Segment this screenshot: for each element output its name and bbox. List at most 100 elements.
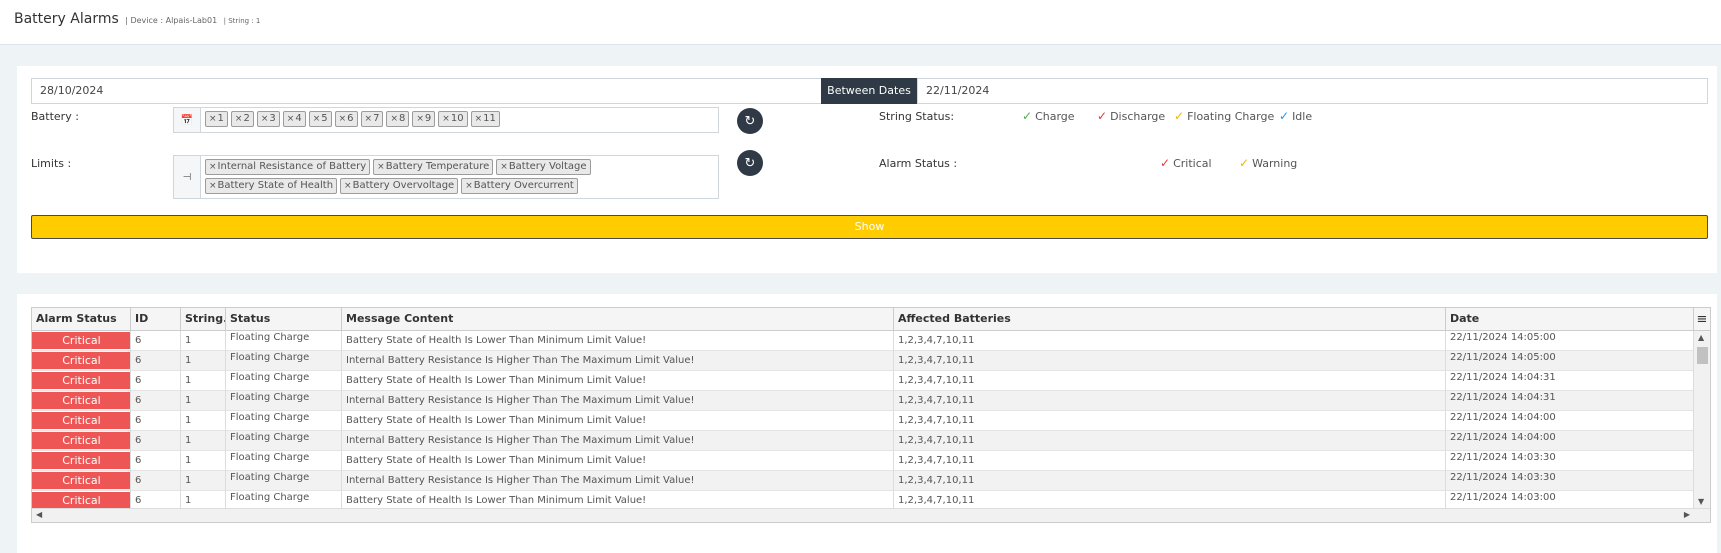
selected-tag[interactable]: ×Internal Resistance of Battery (205, 159, 371, 175)
selected-tag[interactable]: ×Battery Overcurrent (461, 178, 578, 194)
table-row[interactable]: Critical 6 1 Floating Charge Battery State o… (32, 331, 1694, 351)
status-checkbox[interactable]: ✓ Critical (1160, 156, 1212, 170)
column-header[interactable]: Message Content (342, 308, 894, 330)
selected-tag[interactable]: ×9 (412, 111, 436, 127)
table-row[interactable]: Critical 6 1 Floating Charge Battery State o… (32, 371, 1694, 391)
selected-tag[interactable]: ×2 (230, 111, 254, 127)
tag-label: 2 (243, 113, 250, 124)
cell-text: 1 (185, 415, 192, 426)
horizontal-scrollbar[interactable]: ◀ ▶ (32, 508, 1710, 522)
limits-label: Limits : (31, 157, 72, 170)
battery-multiselect[interactable]: ×1 ×2 ×3 ×4 ×5 ×6 ×7 ×8 ×9 ×10 ×11 (200, 107, 719, 133)
cell-affected: 1,2,3,4,7,10,11 (894, 331, 1446, 351)
scroll-thumb[interactable] (1697, 347, 1708, 364)
status-checkbox[interactable]: ✓ Discharge (1097, 109, 1165, 123)
selected-tag[interactable]: ×10 (438, 111, 468, 127)
cell-message: Internal Battery Resistance Is Higher Th… (342, 471, 894, 491)
status-checkbox[interactable]: ✓ Charge (1022, 109, 1075, 123)
cell-text: 1,2,3,4,7,10,11 (898, 455, 975, 466)
alarm-status-label: Alarm Status : (879, 157, 958, 170)
column-header[interactable]: ID (131, 308, 181, 330)
remove-tag-icon[interactable]: × (209, 162, 217, 172)
selected-tag[interactable]: ×11 (470, 111, 500, 127)
tag-label: Internal Resistance of Battery (217, 161, 367, 172)
date-range: 28/10/2024 Between Dates 22/11/2024 (31, 78, 1708, 104)
scroll-down-icon[interactable]: ▼ (1698, 497, 1704, 506)
cell-text: 22/11/2024 14:03:30 (1450, 472, 1556, 483)
remove-tag-icon[interactable]: × (416, 114, 424, 124)
cell-text: Floating Charge (230, 452, 310, 463)
remove-tag-icon[interactable]: × (365, 114, 373, 124)
status-checkbox[interactable]: ✓ Floating Charge (1174, 109, 1274, 123)
tag-label: Battery State of Health (217, 180, 334, 191)
cell-text: 1 (185, 335, 192, 346)
column-header[interactable]: Date (1446, 308, 1694, 330)
selected-tag[interactable]: ×Battery Temperature (373, 159, 494, 175)
selected-tag[interactable]: ×5 (308, 111, 332, 127)
vertical-scrollbar[interactable]: ▲ ▼ (1694, 331, 1710, 508)
column-header[interactable]: Affected Batteries (894, 308, 1446, 330)
selected-tag[interactable]: ×Battery Overvoltage (340, 178, 459, 194)
column-header[interactable]: String... (181, 308, 226, 330)
remove-tag-icon[interactable]: × (313, 114, 321, 124)
status-checkbox[interactable]: ✓ Warning (1239, 156, 1297, 170)
remove-tag-icon[interactable]: × (344, 181, 352, 191)
remove-tag-icon[interactable]: × (261, 114, 269, 124)
table-row[interactable]: Critical 6 1 Floating Charge Battery State o… (32, 411, 1694, 431)
column-header[interactable]: Alarm Status (32, 308, 131, 330)
scroll-left-icon[interactable]: ◀ (36, 510, 42, 519)
date-to-input[interactable]: 22/11/2024 (917, 78, 1708, 104)
selected-tag[interactable]: ×4 (282, 111, 306, 127)
device-label: | Device : Alpais-Lab01 (125, 16, 218, 25)
remove-tag-icon[interactable]: × (287, 114, 295, 124)
cell-message: Battery State of Health Is Lower Than Mi… (342, 451, 894, 471)
limits-multiselect[interactable]: ×Internal Resistance of Battery ×Battery … (200, 155, 719, 199)
selected-tag[interactable]: ×8 (386, 111, 410, 127)
battery-label: Battery : (31, 110, 79, 123)
remove-tag-icon[interactable]: × (377, 162, 385, 172)
cell-alarm: Critical (32, 391, 131, 411)
scroll-right-icon[interactable]: ▶ (1684, 510, 1690, 519)
selected-tag[interactable]: ×7 (360, 111, 384, 127)
remove-tag-icon[interactable]: × (475, 114, 483, 124)
cell-status: Floating Charge (226, 411, 342, 431)
remove-tag-icon[interactable]: × (442, 114, 450, 124)
table-row[interactable]: Critical 6 1 Floating Charge Internal Batter… (32, 471, 1694, 491)
selected-tag[interactable]: ×Battery Voltage (496, 159, 591, 175)
column-header[interactable]: Status (226, 308, 342, 330)
cell-text: 6 (135, 375, 142, 386)
scroll-up-icon[interactable]: ▲ (1698, 333, 1704, 342)
status-checkbox[interactable]: ✓ Idle (1279, 109, 1312, 123)
remove-tag-icon[interactable]: × (390, 114, 398, 124)
cell-text: Floating Charge (230, 372, 310, 383)
tag-label: 3 (269, 113, 276, 124)
remove-tag-icon[interactable]: × (235, 114, 243, 124)
cell-id: 6 (131, 431, 181, 451)
cell-status: Floating Charge (226, 331, 342, 351)
column-menu-icon[interactable]: ≡ (1693, 308, 1710, 330)
status-badge: Critical (32, 392, 130, 409)
table-row[interactable]: Critical 6 1 Floating Charge Battery State o… (32, 451, 1694, 471)
table-row[interactable]: Critical 6 1 Floating Charge Internal Batter… (32, 391, 1694, 411)
selected-tag[interactable]: ×6 (334, 111, 358, 127)
remove-tag-icon[interactable]: × (500, 162, 508, 172)
cell-text: Floating Charge (230, 392, 310, 403)
table-row[interactable]: Critical 6 1 Floating Charge Internal Batter… (32, 431, 1694, 451)
show-button[interactable]: Show (31, 215, 1708, 239)
tag-label: 1 (217, 113, 224, 124)
date-from-input[interactable]: 28/10/2024 (31, 78, 822, 104)
cell-text: 22/11/2024 14:03:30 (1450, 452, 1556, 463)
status-label: Critical (1173, 157, 1212, 170)
selected-tag[interactable]: ×3 (256, 111, 280, 127)
cell-id: 6 (131, 471, 181, 491)
selected-tag[interactable]: ×Battery State of Health (205, 178, 338, 194)
table-row[interactable]: Critical 6 1 Floating Charge Battery State o… (32, 491, 1694, 508)
remove-tag-icon[interactable]: × (465, 181, 473, 191)
limits-refresh-button[interactable]: ↻ (737, 150, 763, 176)
remove-tag-icon[interactable]: × (339, 114, 347, 124)
battery-refresh-button[interactable]: ↻ (737, 108, 763, 134)
selected-tag[interactable]: ×1 (205, 111, 228, 127)
remove-tag-icon[interactable]: × (209, 114, 217, 124)
remove-tag-icon[interactable]: × (209, 181, 217, 191)
table-row[interactable]: Critical 6 1 Floating Charge Internal Batter… (32, 351, 1694, 371)
